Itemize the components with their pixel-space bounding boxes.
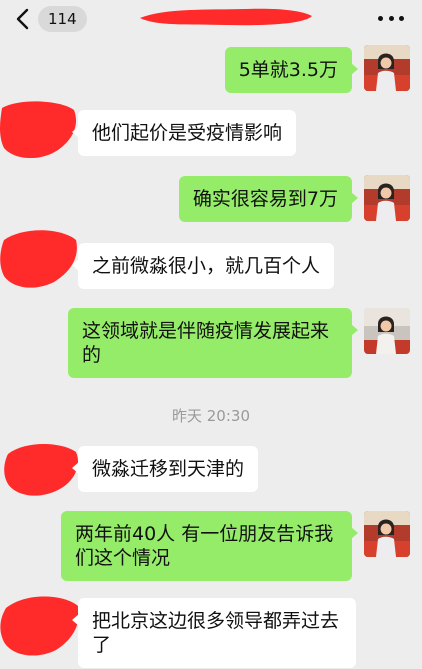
- redacted-avatar: [4, 444, 78, 496]
- message-bubble-received[interactable]: 微淼迁移到天津的: [71, 446, 259, 492]
- my-avatar[interactable]: [364, 308, 410, 354]
- unread-count-badge: 114: [38, 6, 87, 32]
- back-button[interactable]: 114: [14, 6, 87, 32]
- chevron-left-icon: [16, 8, 29, 30]
- more-dots-icon[interactable]: [378, 10, 404, 26]
- my-avatar[interactable]: [364, 45, 410, 91]
- message-bubble-sent[interactable]: 确实很容易到7万: [178, 176, 359, 222]
- redacted-avatar: [0, 596, 79, 656]
- message-bubble-received[interactable]: 他们起价是受疫情影响: [71, 110, 297, 156]
- message-bubble-sent[interactable]: 这领域就是伴随疫情发展起来的: [68, 308, 358, 378]
- message-bubble-sent[interactable]: 5单就3.5万: [224, 47, 359, 93]
- redacted-avatar: [0, 101, 77, 159]
- chat-screen: 114 5单就3.5万 他们起价是受疫情影响 确实很容易到7万 之前微淼很小，就…: [0, 0, 422, 669]
- message-bubble-received[interactable]: 之前微淼很小，就几百个人: [71, 243, 335, 289]
- chat-timestamp: 昨天 20:30: [172, 407, 250, 425]
- my-avatar[interactable]: [364, 175, 410, 221]
- chat-header: 114: [0, 0, 422, 40]
- my-avatar[interactable]: [364, 511, 410, 557]
- redacted-chat-title: [140, 8, 312, 26]
- redacted-avatar: [0, 230, 77, 288]
- message-bubble-received[interactable]: 把北京这边很多领导都弄过去了: [72, 598, 356, 668]
- message-bubble-sent[interactable]: 两年前40人 有一位朋友告诉我们这个情况: [61, 511, 358, 581]
